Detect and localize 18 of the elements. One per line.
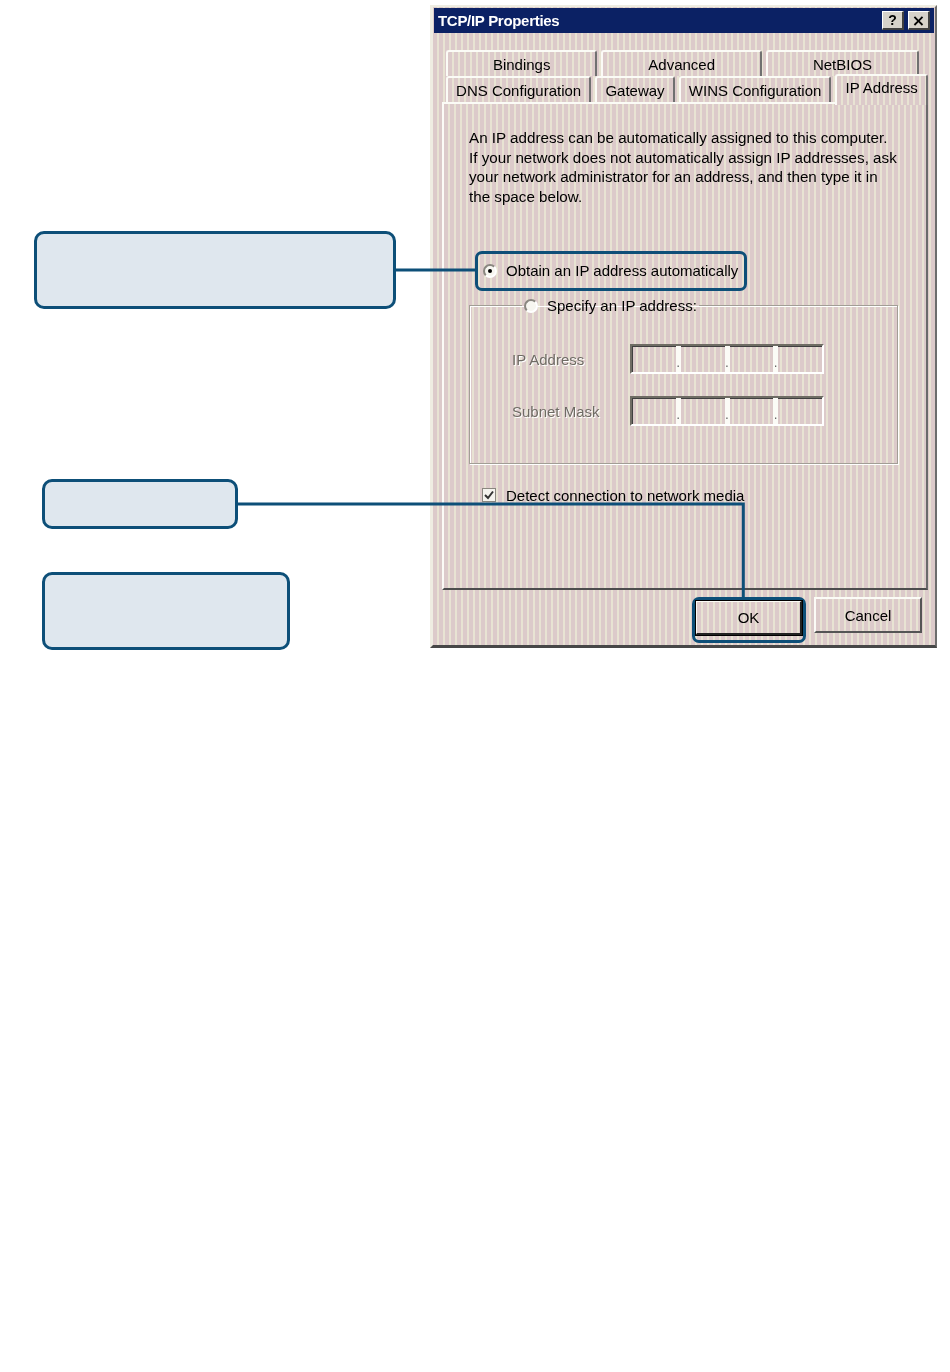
close-button[interactable]: × bbox=[908, 11, 930, 30]
field-label: Subnet Mask bbox=[512, 402, 601, 420]
tab[interactable]: Gateway bbox=[595, 76, 675, 102]
field-label: IP Address bbox=[512, 350, 586, 368]
tab[interactable]: Advanced bbox=[601, 50, 762, 76]
help-button[interactable]: ? bbox=[882, 11, 904, 30]
description-text: An IP address can be automatically assigned to this computer. If your network does not automatically assign IP addresses, ask your network administrator for an address, and then type it in the space below. bbox=[469, 128, 898, 206]
tab[interactable]: DNS Configuration bbox=[446, 76, 592, 102]
radio-button[interactable]: Specify an IP address: bbox=[524, 291, 697, 320]
dialog-button[interactable]: OK bbox=[695, 600, 803, 636]
tab[interactable]: IP Address bbox=[835, 74, 928, 105]
tab[interactable]: WINS Configuration bbox=[678, 76, 832, 102]
tab[interactable]: Bindings bbox=[446, 50, 598, 76]
window-title: TCP/IP Properties bbox=[438, 12, 561, 29]
dialog-button[interactable]: Cancel bbox=[814, 597, 922, 633]
checkbox[interactable]: Detect connection to network media bbox=[482, 486, 745, 504]
radio-button[interactable]: Obtain an IP address automatically bbox=[483, 256, 739, 285]
tab[interactable]: NetBIOS bbox=[765, 50, 919, 76]
